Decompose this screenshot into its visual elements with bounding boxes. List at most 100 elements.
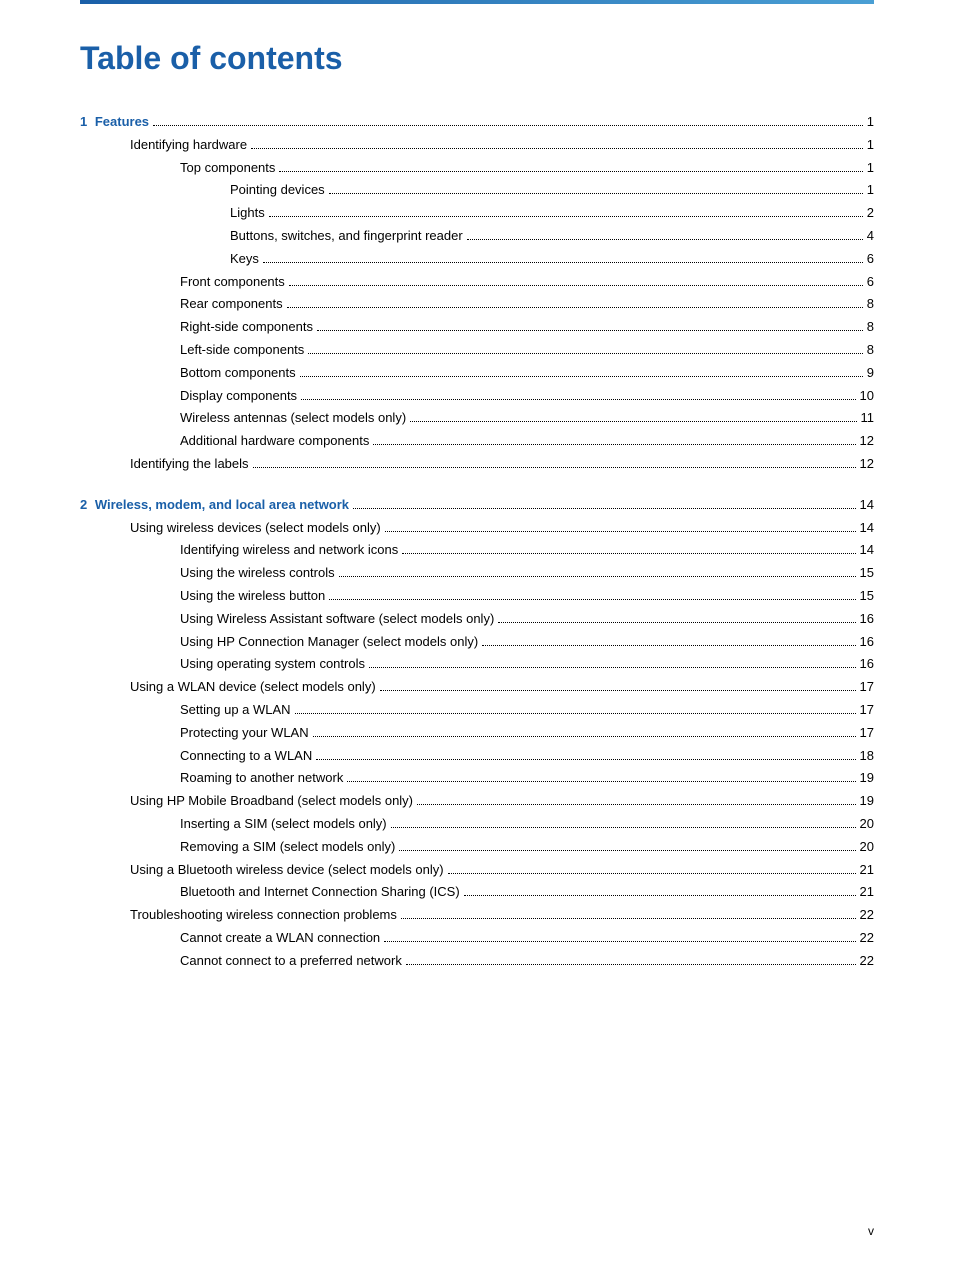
page-number: 6: [867, 272, 874, 293]
dots: [385, 531, 856, 532]
page-number: 17: [860, 700, 874, 721]
dots: [329, 599, 855, 600]
dots: [401, 918, 856, 919]
dots: [399, 850, 855, 851]
toc-entry: Top components1: [80, 158, 874, 179]
chapter-text: 1 Features: [80, 112, 149, 133]
entry-text: Display components: [180, 386, 297, 407]
page-number: 16: [860, 609, 874, 630]
page-number: 14: [860, 518, 874, 539]
page-number: 8: [867, 340, 874, 361]
dots: [313, 736, 856, 737]
toc-entry: Right-side components8: [80, 317, 874, 338]
page-number: 9: [867, 363, 874, 384]
page-number: 12: [860, 431, 874, 452]
dots: [308, 353, 862, 354]
entry-text: Troubleshooting wireless connection prob…: [130, 905, 397, 926]
chapter-title: Features: [95, 114, 149, 129]
dots: [448, 873, 856, 874]
dots: [369, 667, 856, 668]
toc-entry: Using a Bluetooth wireless device (selec…: [80, 860, 874, 881]
page-number: 22: [860, 951, 874, 972]
dots: [482, 645, 855, 646]
dots: [269, 216, 863, 217]
page-number: 10: [860, 386, 874, 407]
toc-entry: Cannot create a WLAN connection22: [80, 928, 874, 949]
chapter-entry: 2 Wireless, modem, and local area networ…: [80, 495, 874, 516]
entry-text: Using HP Connection Manager (select mode…: [180, 632, 478, 653]
page-number: 2: [867, 203, 874, 224]
toc-entry: Left-side components 8: [80, 340, 874, 361]
toc-entry: Troubleshooting wireless connection prob…: [80, 905, 874, 926]
toc-entry: Inserting a SIM (select models only)20: [80, 814, 874, 835]
page-number: 4: [867, 226, 874, 247]
dots: [347, 781, 855, 782]
dots: [464, 895, 856, 896]
toc-entry: Setting up a WLAN17: [80, 700, 874, 721]
dots: [384, 941, 855, 942]
page-number: 20: [860, 814, 874, 835]
entry-text: Bluetooth and Internet Connection Sharin…: [180, 882, 460, 903]
toc-entry: Using HP Mobile Broadband (select models…: [80, 791, 874, 812]
footer-page-number: v: [868, 1224, 874, 1238]
page-number: 20: [860, 837, 874, 858]
dots: [316, 759, 855, 760]
dots: [263, 262, 863, 263]
dots: [498, 622, 855, 623]
chapter-entry: 1 Features 1: [80, 112, 874, 133]
top-rule: [80, 0, 874, 4]
chapter-page: 1: [867, 112, 874, 133]
dots: [410, 421, 856, 422]
toc-entry: Keys 6: [80, 249, 874, 270]
page-number: 6: [867, 249, 874, 270]
entry-text: Using operating system controls: [180, 654, 365, 675]
entry-text: Top components: [180, 158, 275, 179]
page-title: Table of contents: [80, 34, 874, 82]
entry-text: Keys: [230, 249, 259, 270]
dots: [417, 804, 856, 805]
dots: [317, 330, 863, 331]
entry-text: Wireless antennas (select models only): [180, 408, 406, 429]
page-number: 15: [860, 586, 874, 607]
toc-entry: Identifying hardware1: [80, 135, 874, 156]
dots: [467, 239, 863, 240]
toc-entry: Rear components 8: [80, 294, 874, 315]
entry-text: Identifying the labels: [130, 454, 249, 475]
page-number: 18: [860, 746, 874, 767]
toc-entry: Using the wireless controls15: [80, 563, 874, 584]
dots: [329, 193, 863, 194]
entry-text: Connecting to a WLAN: [180, 746, 312, 767]
toc-entry: Front components 6: [80, 272, 874, 293]
toc-entry: Using HP Connection Manager (select mode…: [80, 632, 874, 653]
toc-entry: Identifying the labels 12: [80, 454, 874, 475]
toc-entry: Buttons, switches, and fingerprint reade…: [80, 226, 874, 247]
page-number: 1: [867, 180, 874, 201]
entry-text: Roaming to another network: [180, 768, 343, 789]
page-number: 17: [860, 677, 874, 698]
entry-text: Front components: [180, 272, 285, 293]
entry-text: Left-side components: [180, 340, 304, 361]
entry-text: Lights: [230, 203, 265, 224]
toc-entry: Using the wireless button15: [80, 586, 874, 607]
page-number: 22: [860, 905, 874, 926]
toc-entry: Lights 2: [80, 203, 874, 224]
page-number: 12: [860, 454, 874, 475]
entry-text: Using wireless devices (select models on…: [130, 518, 381, 539]
toc-entry: Wireless antennas (select models only)11: [80, 408, 874, 429]
entry-text: Rear components: [180, 294, 283, 315]
page-number: 17: [860, 723, 874, 744]
toc-entry: Bluetooth and Internet Connection Sharin…: [80, 882, 874, 903]
chapter-title: Wireless, modem, and local area network: [95, 497, 349, 512]
entry-text: Using a WLAN device (select models only): [130, 677, 376, 698]
page-number: 8: [867, 317, 874, 338]
dots: [287, 307, 863, 308]
toc-entry: Connecting to a WLAN 18: [80, 746, 874, 767]
page-number: 8: [867, 294, 874, 315]
entry-text: Buttons, switches, and fingerprint reade…: [230, 226, 463, 247]
entry-text: Removing a SIM (select models only): [180, 837, 395, 858]
dots: [353, 508, 855, 509]
dots: [300, 376, 863, 377]
page-number: 14: [860, 540, 874, 561]
entry-text: Using HP Mobile Broadband (select models…: [130, 791, 413, 812]
page-number: 21: [860, 860, 874, 881]
